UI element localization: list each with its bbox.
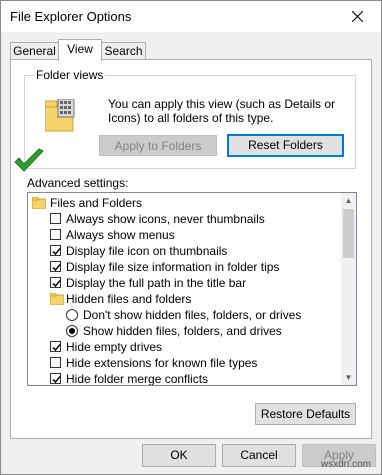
option-always-show-menus[interactable]: Always show menus: [28, 227, 340, 243]
tab-search[interactable]: Search: [101, 42, 146, 60]
option-label: Always show menus: [66, 228, 175, 242]
close-button[interactable]: [335, 1, 381, 32]
option-label: Always show icons, never thumbnails: [66, 212, 265, 226]
radio-selected-dot: [69, 328, 75, 334]
option-label: Hide extensions for known file types: [66, 356, 258, 370]
folder-views-icon: [45, 99, 75, 132]
checkmark-icon: [52, 280, 61, 288]
checkmark-icon: [52, 264, 61, 272]
option-label: Hide empty drives: [66, 340, 163, 354]
checkmark-icon: [52, 344, 61, 352]
tree-folder-hidden-files: Hidden files and folders: [28, 291, 340, 307]
watermark: wsxdn.com: [320, 459, 371, 470]
tab-general[interactable]: General: [10, 42, 59, 60]
option-display-file-size-info[interactable]: Display file size information in folder …: [28, 259, 340, 275]
window-title: File Explorer Options: [10, 9, 132, 24]
option-hide-empty-drives[interactable]: Hide empty drives: [28, 339, 340, 355]
option-label: Hide folder merge conflicts: [66, 372, 209, 386]
option-label: Show hidden files, folders, and drives: [83, 324, 282, 338]
vertical-scrollbar[interactable]: ▲ ▼: [341, 193, 356, 385]
tab-view[interactable]: View: [58, 39, 102, 61]
folder-views-label: Folder views: [34, 68, 106, 82]
folder-views-description: You can apply this view (such as Details…: [108, 97, 336, 125]
option-hide-extensions[interactable]: Hide extensions for known file types: [28, 355, 340, 371]
cancel-button[interactable]: Cancel: [222, 444, 296, 467]
option-label: Display file icon on thumbnails: [66, 244, 228, 258]
scroll-up-icon[interactable]: ▲: [341, 193, 356, 208]
option-dont-show-hidden[interactable]: Don't show hidden files, folders, or dri…: [28, 307, 340, 323]
advanced-settings-list[interactable]: Files and Folders Always show icons, nev…: [27, 192, 357, 386]
option-show-hidden[interactable]: Show hidden files, folders, and drives: [28, 323, 340, 339]
checkmark-icon: [52, 248, 61, 256]
scroll-thumb[interactable]: [343, 209, 354, 258]
option-label: Display file size information in folder …: [66, 260, 280, 274]
option-display-file-icon-on-thumbnails[interactable]: Display file icon on thumbnails: [28, 243, 340, 259]
option-always-show-icons[interactable]: Always show icons, never thumbnails: [28, 211, 340, 227]
title-bar[interactable]: File Explorer Options: [1, 1, 381, 32]
tree-folder-files-and-folders: Files and Folders: [28, 195, 340, 211]
checkbox[interactable]: [50, 357, 61, 368]
option-display-full-path[interactable]: Display the full path in the title bar: [28, 275, 340, 291]
green-checkmark-icon: [14, 148, 44, 172]
reset-folders-button[interactable]: Reset Folders: [227, 134, 344, 157]
checkbox[interactable]: [50, 341, 61, 352]
checkbox[interactable]: [50, 213, 61, 224]
tree-label: Files and Folders: [50, 196, 143, 210]
ok-button[interactable]: OK: [142, 444, 216, 467]
option-label: Don't show hidden files, folders, or dri…: [83, 308, 302, 322]
view-tab-panel: Folder views You can apply this view (su…: [10, 59, 372, 439]
apply-to-folders-button[interactable]: Apply to Folders: [99, 135, 217, 156]
radio-button[interactable]: [66, 325, 78, 337]
checkbox[interactable]: [50, 245, 61, 256]
checkbox[interactable]: [50, 229, 61, 240]
folder-icon: [50, 293, 64, 305]
tree-label: Hidden files and folders: [66, 292, 192, 306]
close-icon: [352, 11, 363, 22]
scroll-down-icon[interactable]: ▼: [341, 370, 356, 385]
file-explorer-options-dialog: File Explorer Options General View Searc…: [0, 0, 382, 475]
radio-button[interactable]: [66, 309, 78, 321]
checkmark-icon: [52, 376, 61, 384]
checkbox[interactable]: [50, 373, 61, 384]
option-hide-folder-merge-conflicts[interactable]: Hide folder merge conflicts: [28, 371, 340, 386]
folder-views-group: Folder views You can apply this view (su…: [24, 68, 356, 169]
checkbox[interactable]: [50, 261, 61, 272]
checkbox[interactable]: [50, 277, 61, 288]
option-label: Display the full path in the title bar: [66, 276, 247, 290]
advanced-settings-label: Advanced settings:: [27, 176, 129, 190]
restore-defaults-button[interactable]: Restore Defaults: [255, 403, 356, 425]
folder-icon: [32, 197, 46, 209]
